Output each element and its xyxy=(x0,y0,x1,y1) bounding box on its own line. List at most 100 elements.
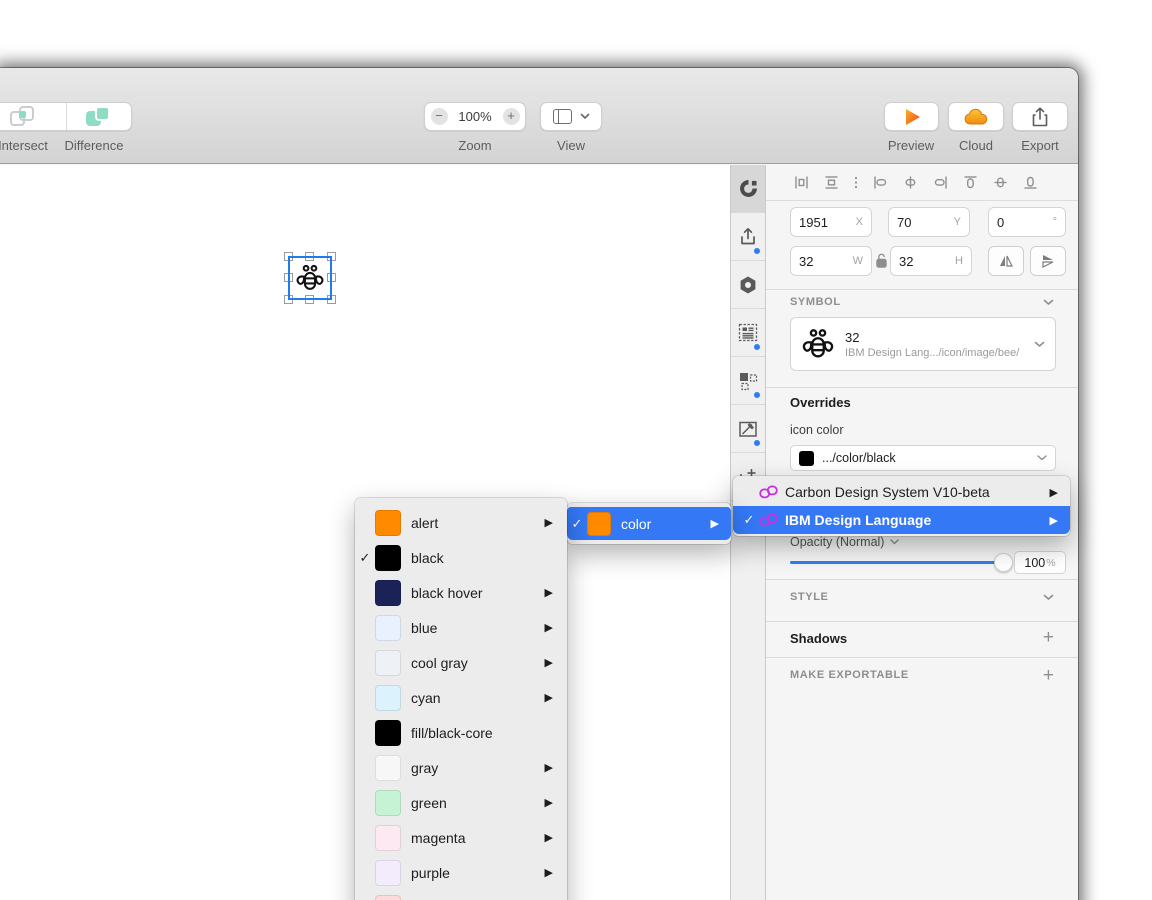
opacity-label[interactable]: Opacity (Normal) xyxy=(790,535,900,549)
color-swatch xyxy=(375,789,401,816)
submenu-arrow-icon: ▶ xyxy=(544,797,553,809)
plugin-data-button[interactable] xyxy=(731,309,765,357)
submenu-arrow-icon: ▶ xyxy=(544,867,553,879)
color-swatch xyxy=(375,684,401,711)
cloud-icon xyxy=(964,108,988,124)
zoom-out-button[interactable]: − xyxy=(425,103,453,130)
color-menu-item[interactable]: magenta ▶ xyxy=(355,820,567,855)
color-swatch xyxy=(375,824,401,851)
notification-dot xyxy=(754,248,760,254)
color-menu-item-label: purple xyxy=(411,864,450,881)
color-menu-item[interactable]: green ▶ xyxy=(355,785,567,820)
share-icon xyxy=(1032,106,1048,126)
symbol-selector[interactable]: 32 IBM Design Lang.../icon/image/bee/ xyxy=(790,317,1056,371)
cloud-button[interactable] xyxy=(948,102,1004,131)
flip-horizontal-button[interactable] xyxy=(988,246,1024,276)
plus-icon: + xyxy=(502,108,520,125)
plugin-stock-button[interactable] xyxy=(731,261,765,309)
submenu-arrow-icon: ▶ xyxy=(544,517,553,529)
color-menu-item[interactable]: alert ▶ xyxy=(355,505,567,540)
color-menu-item-label: cyan xyxy=(411,689,441,706)
plugin-prototype-button[interactable] xyxy=(731,405,765,453)
boolean-ops-group xyxy=(0,102,132,131)
x-position-field[interactable]: 1951 X xyxy=(790,207,872,237)
shadows-label: Shadows xyxy=(790,631,848,646)
zoom-in-button[interactable]: + xyxy=(497,103,525,130)
selected-layer-bee[interactable] xyxy=(284,252,336,304)
color-swatch xyxy=(375,614,401,641)
align-right-icon[interactable] xyxy=(932,174,949,191)
menu-item-color[interactable]: ✓ color ▶ xyxy=(567,507,731,540)
flip-vertical-button[interactable] xyxy=(1030,246,1066,276)
color-menu-item-label: cool gray xyxy=(411,654,468,671)
hexagon-icon xyxy=(740,276,756,293)
lock-icon[interactable] xyxy=(876,253,887,268)
align-top-icon[interactable] xyxy=(962,174,979,191)
align-bottom-icon[interactable] xyxy=(1022,174,1039,191)
color-swatch xyxy=(375,719,401,746)
height-field[interactable]: 32 H xyxy=(890,246,972,276)
align-middle-vertical-icon[interactable] xyxy=(992,174,1009,191)
submenu-arrow-icon: ▶ xyxy=(544,622,553,634)
layout-icon xyxy=(552,109,572,124)
make-exportable-header: MAKE EXPORTABLE xyxy=(790,669,909,681)
chevron-down-icon xyxy=(890,539,900,545)
distribute-horizontally-icon[interactable] xyxy=(793,174,810,191)
align-left-icon[interactable] xyxy=(872,174,889,191)
checkmark: ✓ xyxy=(359,549,371,565)
plugin-sync-button[interactable] xyxy=(731,213,765,261)
symbol-section-header[interactable]: SYMBOL xyxy=(790,296,1054,308)
submenu-arrow-icon: ▶ xyxy=(544,832,553,844)
color-menu-item[interactable] xyxy=(355,890,567,900)
chevron-down-icon xyxy=(580,113,589,119)
color-menu-item[interactable]: fill/black-core xyxy=(355,715,567,750)
checkmark: ✓ xyxy=(743,512,755,527)
menu-item-carbon[interactable]: Carbon Design System V10-beta ▶ xyxy=(733,478,1070,506)
distribute-vertically-icon[interactable] xyxy=(823,174,840,191)
rotation-field[interactable]: 0 ° xyxy=(988,207,1066,237)
preview-label: Preview xyxy=(887,138,935,153)
color-menu-item[interactable]: gray ▶ xyxy=(355,750,567,785)
style-section-header[interactable]: STYLE xyxy=(790,591,1054,603)
color-menu-item[interactable]: cool gray ▶ xyxy=(355,645,567,680)
bee-icon xyxy=(296,264,324,290)
color-menu-item-label: gray xyxy=(411,759,439,776)
align-center-horizontal-icon[interactable] xyxy=(902,174,919,191)
intersect-button[interactable] xyxy=(0,103,66,130)
menu-item-ibm-design-language[interactable]: ✓ IBM Design Language ▶ xyxy=(733,506,1070,534)
view-button[interactable] xyxy=(540,102,602,131)
export-button[interactable] xyxy=(1012,102,1068,131)
cloud-label: Cloud xyxy=(959,138,993,153)
y-position-field[interactable]: 70 Y xyxy=(888,207,970,237)
chevron-down-icon xyxy=(1037,455,1047,461)
opacity-value-field[interactable]: 100 % xyxy=(1014,551,1066,574)
zoom-level[interactable]: 100% xyxy=(453,103,497,130)
preview-button[interactable] xyxy=(884,102,939,131)
color-swatch xyxy=(587,511,611,536)
difference-button[interactable] xyxy=(67,103,131,130)
alignment-toolbar xyxy=(766,165,1078,201)
add-shadow-button[interactable]: + xyxy=(1043,627,1054,649)
color-menu-item[interactable]: cyan ▶ xyxy=(355,680,567,715)
more-options-icon[interactable] xyxy=(853,174,859,191)
opacity-slider[interactable] xyxy=(790,561,1004,564)
toolbar: Intersect Difference − 100% + Zoom View xyxy=(0,68,1078,164)
color-menu-item[interactable]: ✓ black xyxy=(355,540,567,575)
color-swatch xyxy=(375,649,401,676)
zoom-label: Zoom xyxy=(458,138,492,153)
color-menu-item[interactable]: purple ▶ xyxy=(355,855,567,890)
color-menu-item-label: magenta xyxy=(411,829,466,846)
difference-icon xyxy=(86,105,112,128)
plugin-duplicate-button[interactable] xyxy=(731,357,765,405)
library-menu: Carbon Design System V10-beta ▶ ✓ IBM De… xyxy=(733,476,1070,536)
opacity-slider-knob[interactable] xyxy=(994,553,1013,572)
plugin-craft-button[interactable] xyxy=(731,165,765,213)
make-exportable-add-button[interactable]: + xyxy=(1043,665,1054,687)
color-menu-item[interactable]: blue ▶ xyxy=(355,610,567,645)
width-field[interactable]: 32 W xyxy=(790,246,872,276)
chevron-down-icon xyxy=(1043,594,1054,600)
minus-icon: − xyxy=(430,108,448,125)
icon-color-override-dropdown[interactable]: .../color/black xyxy=(790,445,1056,471)
bee-icon xyxy=(802,329,834,358)
color-menu-item[interactable]: black hover ▶ xyxy=(355,575,567,610)
